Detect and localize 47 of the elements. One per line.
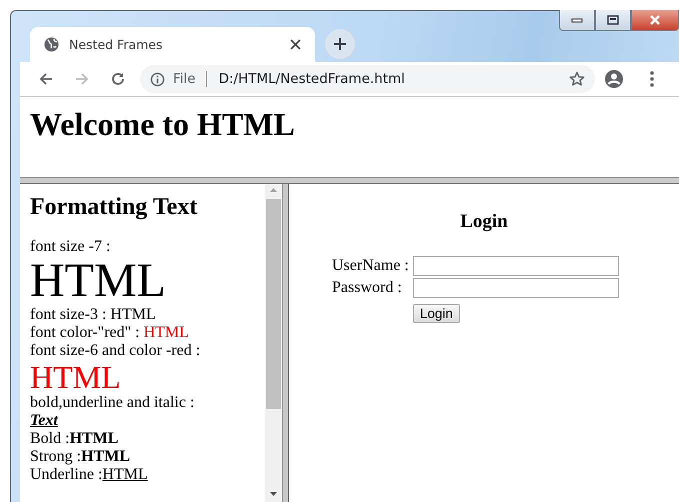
account-icon[interactable] bbox=[604, 69, 624, 89]
label-text: font size-6 and color -red : bbox=[30, 342, 200, 359]
minimize-icon bbox=[571, 17, 583, 23]
new-tab-button[interactable] bbox=[325, 29, 355, 59]
sample-text: HTML bbox=[81, 448, 130, 465]
input-field[interactable] bbox=[412, 278, 619, 298]
maximize-icon bbox=[607, 15, 619, 25]
arrow-icon bbox=[74, 71, 90, 87]
page-heading: Welcome to HTML bbox=[29, 105, 296, 142]
field-label: UserName : bbox=[332, 257, 409, 274]
url-text: D:/HTML/NestedFrame.html bbox=[218, 71, 406, 87]
star-icon[interactable] bbox=[569, 71, 585, 87]
label-text: Bold : bbox=[30, 430, 70, 447]
login-heading: Login bbox=[459, 210, 509, 234]
address-bar[interactable]: File D:/HTML/NestedFrame.html bbox=[140, 65, 595, 93]
label-text: font size-3 : HTML bbox=[30, 306, 156, 323]
label-text: bold,underline and italic : bbox=[30, 394, 194, 411]
label-text: Strong : bbox=[30, 448, 82, 465]
sample-text: HTML bbox=[70, 430, 118, 447]
sample-text: HTML bbox=[102, 466, 148, 483]
close-icon bbox=[649, 15, 661, 25]
menu-icon[interactable] bbox=[650, 71, 654, 87]
label-text: font size -7 : bbox=[30, 238, 110, 255]
label-text: Underline : bbox=[30, 466, 102, 483]
close-button[interactable] bbox=[631, 10, 679, 31]
field-label: Password : bbox=[332, 279, 402, 296]
label-text: font color-"red" : bbox=[30, 324, 141, 341]
sample-text: HTML bbox=[144, 324, 189, 341]
scheme-label: File bbox=[173, 71, 207, 87]
close-icon[interactable] bbox=[290, 39, 301, 50]
frame-border[interactable] bbox=[282, 184, 289, 502]
maximize-button[interactable] bbox=[595, 10, 631, 31]
sample-text: HTML bbox=[30, 359, 121, 395]
frame-heading: Formatting Text bbox=[30, 193, 198, 222]
input-field[interactable] bbox=[412, 256, 619, 276]
login-button[interactable]: Login bbox=[412, 304, 460, 323]
frame-border[interactable] bbox=[20, 177, 679, 184]
info-icon[interactable] bbox=[150, 72, 165, 86]
plus-icon bbox=[333, 37, 347, 51]
minimize-button[interactable] bbox=[559, 10, 595, 31]
arrow-icon bbox=[38, 71, 54, 87]
scrollbar[interactable] bbox=[265, 184, 282, 502]
browser-tab[interactable]: Nested Frames bbox=[30, 27, 315, 62]
reload-icon bbox=[110, 71, 126, 87]
sample-text: HTML bbox=[30, 254, 166, 307]
sample-text: Text bbox=[30, 412, 58, 429]
globe-icon bbox=[44, 37, 59, 52]
